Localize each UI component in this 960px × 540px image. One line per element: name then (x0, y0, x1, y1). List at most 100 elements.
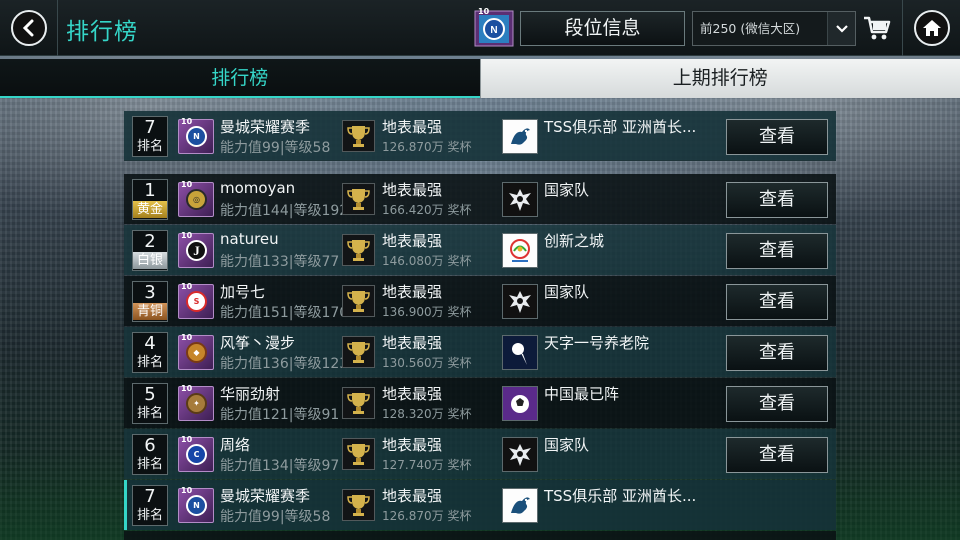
home-button[interactable] (902, 0, 960, 56)
guild-name: 国家队 (544, 181, 590, 199)
tier-name: 地表最强 (382, 385, 443, 403)
dragon-icon (502, 488, 538, 523)
comet-icon (502, 335, 538, 370)
club-badge-icon: 10 ✦ (178, 384, 214, 421)
top-bar: 排行榜 N 10 段位信息 前250 (微信大区) (0, 0, 960, 56)
player-name: 曼城荣耀赛季 (220, 487, 311, 505)
tier-name: 地表最强 (382, 181, 443, 199)
leaderboard-row: 1 黄金 10 ◎ momoyan 能力值144|等级192 地表最强 166.… (124, 174, 836, 224)
club-badge-icon: 10 J (178, 231, 214, 268)
club-badge-icon: 10 C (178, 435, 214, 472)
rank-number: 2 (144, 231, 156, 252)
player-stats: 能力值133|等级77 (220, 254, 340, 270)
trophy-icon (342, 234, 375, 266)
rank-box: 4 排名 (132, 332, 168, 373)
rank-box: 7 排名 (132, 485, 168, 526)
rank-number: 3 (144, 282, 156, 303)
tier-name: 地表最强 (382, 232, 443, 250)
trophy-icon (342, 183, 375, 215)
circle-logo-icon (502, 233, 538, 268)
badge-level: 10 (478, 7, 490, 16)
rank-label: 排名 (136, 457, 163, 472)
tier-reward: 130.560万 奖杯 (382, 356, 472, 370)
my-rank-row: 7 排名 10 N 曼城荣耀赛季 能力值99|等级58 地表最强 126.870… (124, 111, 836, 161)
tier-reward: 136.900万 奖杯 (382, 305, 472, 319)
guild-name: 中国最已阵 (544, 385, 620, 403)
player-stats: 能力值134|等级97 (220, 458, 340, 474)
player-stats: 能力值99|等级58 (220, 140, 331, 156)
view-button[interactable]: 查看 (726, 437, 828, 473)
rank-number: 7 (144, 117, 156, 138)
club-badge-icon: 10 ◆ (178, 333, 214, 370)
tab-bar: 排行榜 上期排行榜 (0, 59, 960, 98)
guild-name: 国家队 (544, 283, 590, 301)
ball-icon (502, 386, 538, 421)
leaderboard-row: 5 排名 10 ✦ 华丽劲射 能力值121|等级91 地表最强 128.320万… (124, 378, 836, 428)
view-button[interactable]: 查看 (726, 386, 828, 422)
back-icon (10, 10, 47, 46)
rank-info-button[interactable]: 段位信息 (520, 11, 685, 46)
player-name: 曼城荣耀赛季 (220, 118, 311, 136)
club-badge-icon: 10 ◎ (178, 180, 214, 217)
rank-label: 青铜 (133, 303, 167, 320)
trophy-icon (342, 387, 375, 419)
rank-box: 3 青铜 (132, 281, 168, 322)
eagle-icon (502, 284, 538, 319)
player-name: 周络 (220, 436, 251, 454)
trophy-icon (342, 336, 375, 368)
view-button[interactable]: 查看 (726, 233, 828, 269)
tier-reward: 166.420万 奖杯 (382, 203, 472, 217)
view-button[interactable]: 查看 (726, 284, 828, 320)
guild-name: TSS俱乐部 亚洲酋长... (544, 118, 697, 136)
svg-text:N: N (490, 25, 497, 36)
tier-reward: 127.740万 奖杯 (382, 458, 472, 472)
guild-name: 创新之城 (544, 232, 605, 250)
home-icon (913, 10, 950, 46)
region-select-value: 前250 (微信大区) (700, 21, 801, 36)
dragon-icon (502, 119, 538, 154)
region-select[interactable]: 前250 (微信大区) (692, 11, 856, 46)
tier-name: 地表最强 (382, 334, 443, 352)
tier-reward: 126.870万 奖杯 (382, 140, 472, 154)
rank-label: 排名 (136, 355, 163, 370)
tier-name: 地表最强 (382, 487, 443, 505)
rank-box: 7 排名 (132, 116, 168, 157)
page-title: 排行榜 (66, 19, 138, 45)
club-badge-icon: 10 N (178, 117, 214, 154)
view-button[interactable]: 查看 (726, 182, 828, 218)
trophy-icon (342, 489, 375, 521)
player-name: 华丽劲射 (220, 385, 281, 403)
rank-number: 1 (144, 180, 156, 201)
rank-box: 2 白银 (132, 230, 168, 271)
tab-leaderboard[interactable]: 排行榜 (0, 59, 480, 98)
view-button[interactable]: 查看 (726, 335, 828, 371)
leaderboard-row: 4 排名 10 ◆ 风筝丶漫步 能力值136|等级123 地表最强 130.56… (124, 327, 836, 377)
rank-box: 5 排名 (132, 383, 168, 424)
tier-reward: 126.870万 奖杯 (382, 509, 472, 523)
rank-label: 排名 (136, 508, 163, 523)
tier-name: 地表最强 (382, 118, 443, 136)
back-button[interactable] (0, 0, 58, 56)
rank-number: 6 (144, 435, 156, 456)
rank-label: 排名 (136, 139, 163, 154)
leaderboard-list: 7 排名 10 N 曼城荣耀赛季 能力值99|等级58 地表最强 126.870… (124, 111, 836, 540)
tier-name: 地表最强 (382, 283, 443, 301)
trophy-icon (342, 120, 375, 152)
rank-box: 1 黄金 (132, 179, 168, 220)
guild-name: 天字一号养老院 (544, 334, 650, 352)
shop-cart-icon[interactable] (862, 14, 892, 42)
rank-number: 5 (144, 384, 156, 405)
eagle-icon (502, 437, 538, 472)
club-badge-icon: 10 N (178, 486, 214, 523)
rank-label: 排名 (136, 406, 163, 421)
my-club-badge: N 10 (474, 7, 514, 47)
view-button[interactable]: 查看 (726, 119, 828, 155)
tab-previous-leaderboard[interactable]: 上期排行榜 (479, 59, 960, 98)
player-stats: 能力值151|等级170 (220, 305, 349, 321)
rank-number: 4 (144, 333, 156, 354)
chevron-down-icon (827, 12, 855, 45)
player-name: momoyan (220, 179, 296, 197)
tier-reward: 146.080万 奖杯 (382, 254, 472, 268)
rank-number: 7 (144, 486, 156, 507)
player-name: 加号七 (220, 283, 266, 301)
